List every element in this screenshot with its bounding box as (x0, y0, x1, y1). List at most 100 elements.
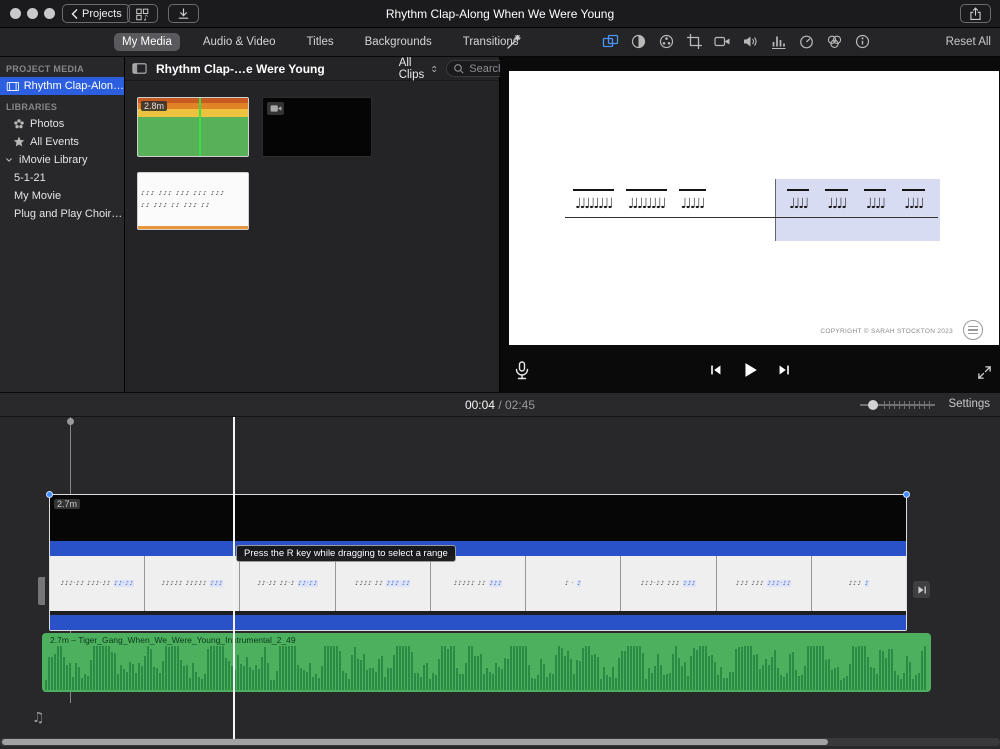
tab-titles[interactable]: Titles (299, 33, 342, 51)
video-frame[interactable]: ♩♩♩♩♩♩♩♩ ♩♩♩♩♩♩♩♩ ♩♩♩♩♩ ♩♩♩♩ ♩♩♩♩ ♩♩♩♩ ♩♩♩♩ C… (509, 71, 999, 345)
sidebar-item-label: Plug and Play Choir… (14, 208, 123, 220)
notation-cell[interactable]: ♪♪♪♪ ♪♪ ♪♪♪ ♪♪ (336, 556, 431, 611)
reset-all-button[interactable]: Reset All (946, 36, 991, 48)
pane-toggle-icon[interactable] (131, 61, 148, 76)
mini-notation-row: ♪♪♪ ♪♪♪ ♪♪♪ ♪♪♪ ♪♪♪ (141, 190, 226, 197)
sidebar-item-label: Rhythm Clap-Alon… (23, 80, 124, 92)
timeline-video-clip[interactable]: 2.7m ♪♪♪·♪♪ ♪♪♪·♪♪ ♪♪·♪♪ ♪♪♪♪♪ ♪♪♪♪♪ ♪♪♪ ♪♪·… (46, 491, 910, 631)
music-notation-strip: ♩♩♩♩♩♩♩♩ ♩♩♩♩♩♩♩♩ ♩♩♩♩♩ ♩♩♩♩ ♩♩♩♩ ♩♩♩♩ ♩♩♩♩ (565, 179, 940, 241)
notation-cell[interactable]: ♪♪♪♪♪ ♪♪♪♪♪ ♪♪♪ (145, 556, 241, 611)
sidebar-item-my-movie[interactable]: My Movie (0, 187, 124, 205)
notation-cell[interactable]: ♪♪♪ ♪ (812, 556, 906, 611)
sidebar-item-label: Photos (30, 118, 65, 130)
clip-filter-label: All Clips (398, 56, 425, 81)
media-clip-thumbnail-notation[interactable]: ♪♪♪ ♪♪♪ ♪♪♪ ♪♪♪ ♪♪♪ ♪♪ ♪♪♪ ♪♪ ♪♪♪ ♪♪ (137, 172, 249, 230)
timeline-settings-button[interactable]: Settings (948, 398, 990, 410)
browser-title: Rhythm Clap-…e Were Young (156, 61, 325, 76)
crop-icon[interactable] (686, 33, 703, 50)
tab-my-media[interactable]: My Media (114, 33, 180, 51)
tab-backgrounds[interactable]: Backgrounds (357, 33, 440, 51)
titlebar: Projects ♪ Rhythm Clap-Along When We Wer… (0, 0, 1000, 28)
sidebar-item-project[interactable]: Rhythm Clap-Alon… (0, 77, 124, 95)
beamed-note-group: ♩♩♩♩♩♩♩♩ (625, 189, 667, 218)
noise-reduction-icon[interactable] (770, 33, 787, 50)
next-frame-button[interactable] (776, 362, 792, 378)
sidebar-item-imovie-library[interactable]: iMovie Library (0, 151, 124, 169)
timeline-audio-clip[interactable]: 2.7m – Tiger_Gang_When_We_Were_Young_Ins… (42, 633, 931, 692)
sidebar-item-plug-and-play[interactable]: Plug and Play Choir… (0, 205, 124, 223)
libraries-header: LIBRARIES (6, 102, 58, 112)
timeline-zoom-slider[interactable] (860, 400, 935, 410)
horizontal-scrollbar-thumb[interactable] (2, 739, 828, 745)
filmstrip-icon (6, 81, 19, 91)
media-clip-thumbnail-video[interactable]: 2.8m (137, 97, 249, 157)
previous-frame-button[interactable] (708, 362, 724, 378)
notation-cell[interactable]: ♪♪♪♪♪ ♪♪ ♪♪♪ (431, 556, 527, 611)
sidebar-item-5-1-21[interactable]: 5-1-21 (0, 169, 124, 187)
adjustment-icon-row (602, 33, 871, 50)
media-clip-thumbnail-black[interactable] (262, 97, 372, 157)
sidebar-item-label: All Events (30, 136, 79, 148)
fullscreen-icon[interactable] (977, 365, 992, 380)
notation-right: ♩♩♩♩ ♩♩♩♩ ♩♩♩♩ ♩♩♩♩ (787, 189, 925, 218)
zoom-slider-thumb[interactable] (868, 400, 878, 410)
color-balance-icon[interactable] (602, 33, 619, 50)
clip-video-band[interactable]: 2.7m (50, 495, 906, 541)
color-wheel-icon[interactable] (658, 33, 675, 50)
enhance-wand-icon[interactable] (505, 33, 523, 51)
beamed-note-group: ♩♩♩♩ (825, 189, 848, 218)
sidebar-item-photos[interactable]: Photos (0, 115, 124, 133)
sidebar-item-label: 5-1-21 (14, 172, 46, 184)
total-time: 02:45 (505, 398, 536, 412)
selection-handle-left[interactable] (46, 491, 53, 498)
clip-duration-badge: 2.7m (54, 499, 81, 509)
skimmer-handle[interactable] (67, 418, 74, 425)
notation-cell[interactable]: ♪♪·♪♪ ♪♪·♪ ♪♪·♪♪ (240, 556, 336, 611)
stabilization-camera-icon[interactable] (714, 33, 731, 50)
viewer: ♩♩♩♩♩♩♩♩ ♩♩♩♩♩♩♩♩ ♩♩♩♩♩ ♩♩♩♩ ♩♩♩♩ ♩♩♩♩ ♩♩♩♩ C… (500, 57, 1000, 392)
play-button[interactable] (740, 360, 760, 380)
clip-trim-handle[interactable] (38, 577, 45, 605)
copyright-text: COPYRIGHT © SARAH STOCKTON 2023 (820, 328, 953, 335)
color-correction-icon[interactable] (630, 33, 647, 50)
notation-cell[interactable]: ♪♪♪·♪♪ ♪♪♪ ♪♪♪ (621, 556, 717, 611)
volume-icon[interactable] (742, 33, 759, 50)
playhead[interactable] (233, 417, 235, 739)
clip-blue-bar-top (50, 541, 906, 556)
clip-duration-badge: 2.8m (141, 101, 168, 111)
media-browser-header: Rhythm Clap-…e Were Young All Clips (125, 57, 578, 81)
notation-cell[interactable]: ♪♪♪·♪♪ ♪♪♪·♪♪ ♪♪·♪♪ (50, 556, 146, 611)
selection-handle-right[interactable] (903, 491, 910, 498)
beamed-note-group: ♩♩♩♩♩ (678, 189, 706, 218)
publisher-logo (963, 320, 983, 340)
audio-waveform (45, 644, 928, 690)
timeline[interactable]: 2.7m ♪♪♪·♪♪ ♪♪♪·♪♪ ♪♪·♪♪ ♪♪♪♪♪ ♪♪♪♪♪ ♪♪♪ ♪♪·… (0, 417, 1000, 749)
timeline-toolbar: 00:04 / 02:45 Settings (0, 392, 1000, 417)
notation-cell[interactable]: ♪♪♪ ♪♪♪ ♪♪♪·♪♪ (717, 556, 812, 611)
effects-icon[interactable] (826, 33, 843, 50)
zoom-slider-ticks (884, 401, 934, 409)
share-button[interactable] (960, 4, 991, 23)
photos-flower-icon (14, 119, 24, 129)
notation-strip: ♪♪♪·♪♪ ♪♪♪·♪♪ ♪♪·♪♪ ♪♪♪♪♪ ♪♪♪♪♪ ♪♪♪ ♪♪·♪♪ ♪♪… (50, 556, 906, 611)
notation-cell[interactable]: ♪ · ♪ (526, 556, 622, 611)
speed-icon[interactable] (798, 33, 815, 50)
sidebar-item-all-events[interactable]: All Events (0, 133, 124, 151)
beamed-note-group: ♩♩♩♩ (902, 189, 925, 218)
clip-filter-dropdown[interactable]: All Clips (399, 57, 439, 81)
clip-blue-bar-bottom (50, 615, 906, 630)
transport-controls (500, 360, 1000, 380)
tab-audio-video[interactable]: Audio & Video (195, 33, 284, 51)
secondary-toolbar: My Media Audio & Video Titles Background… (0, 28, 1000, 57)
audio-indicator-bar (138, 226, 248, 229)
info-icon[interactable] (854, 33, 871, 50)
music-note-icon: ♫ (32, 710, 45, 726)
beamed-note-group: ♩♩♩♩ (863, 189, 886, 218)
disclosure-chevron-icon[interactable] (3, 154, 15, 166)
camera-badge-icon (267, 102, 284, 115)
share-icon (970, 6, 981, 20)
jump-to-end-button[interactable] (913, 581, 930, 598)
notation-left: ♩♩♩♩♩♩♩♩ ♩♩♩♩♩♩♩♩ ♩♩♩♩♩ (573, 189, 706, 218)
beamed-note-group: ♩♩♩♩ (787, 189, 809, 218)
range-select-tooltip: Press the R key while dragging to select… (236, 545, 456, 562)
